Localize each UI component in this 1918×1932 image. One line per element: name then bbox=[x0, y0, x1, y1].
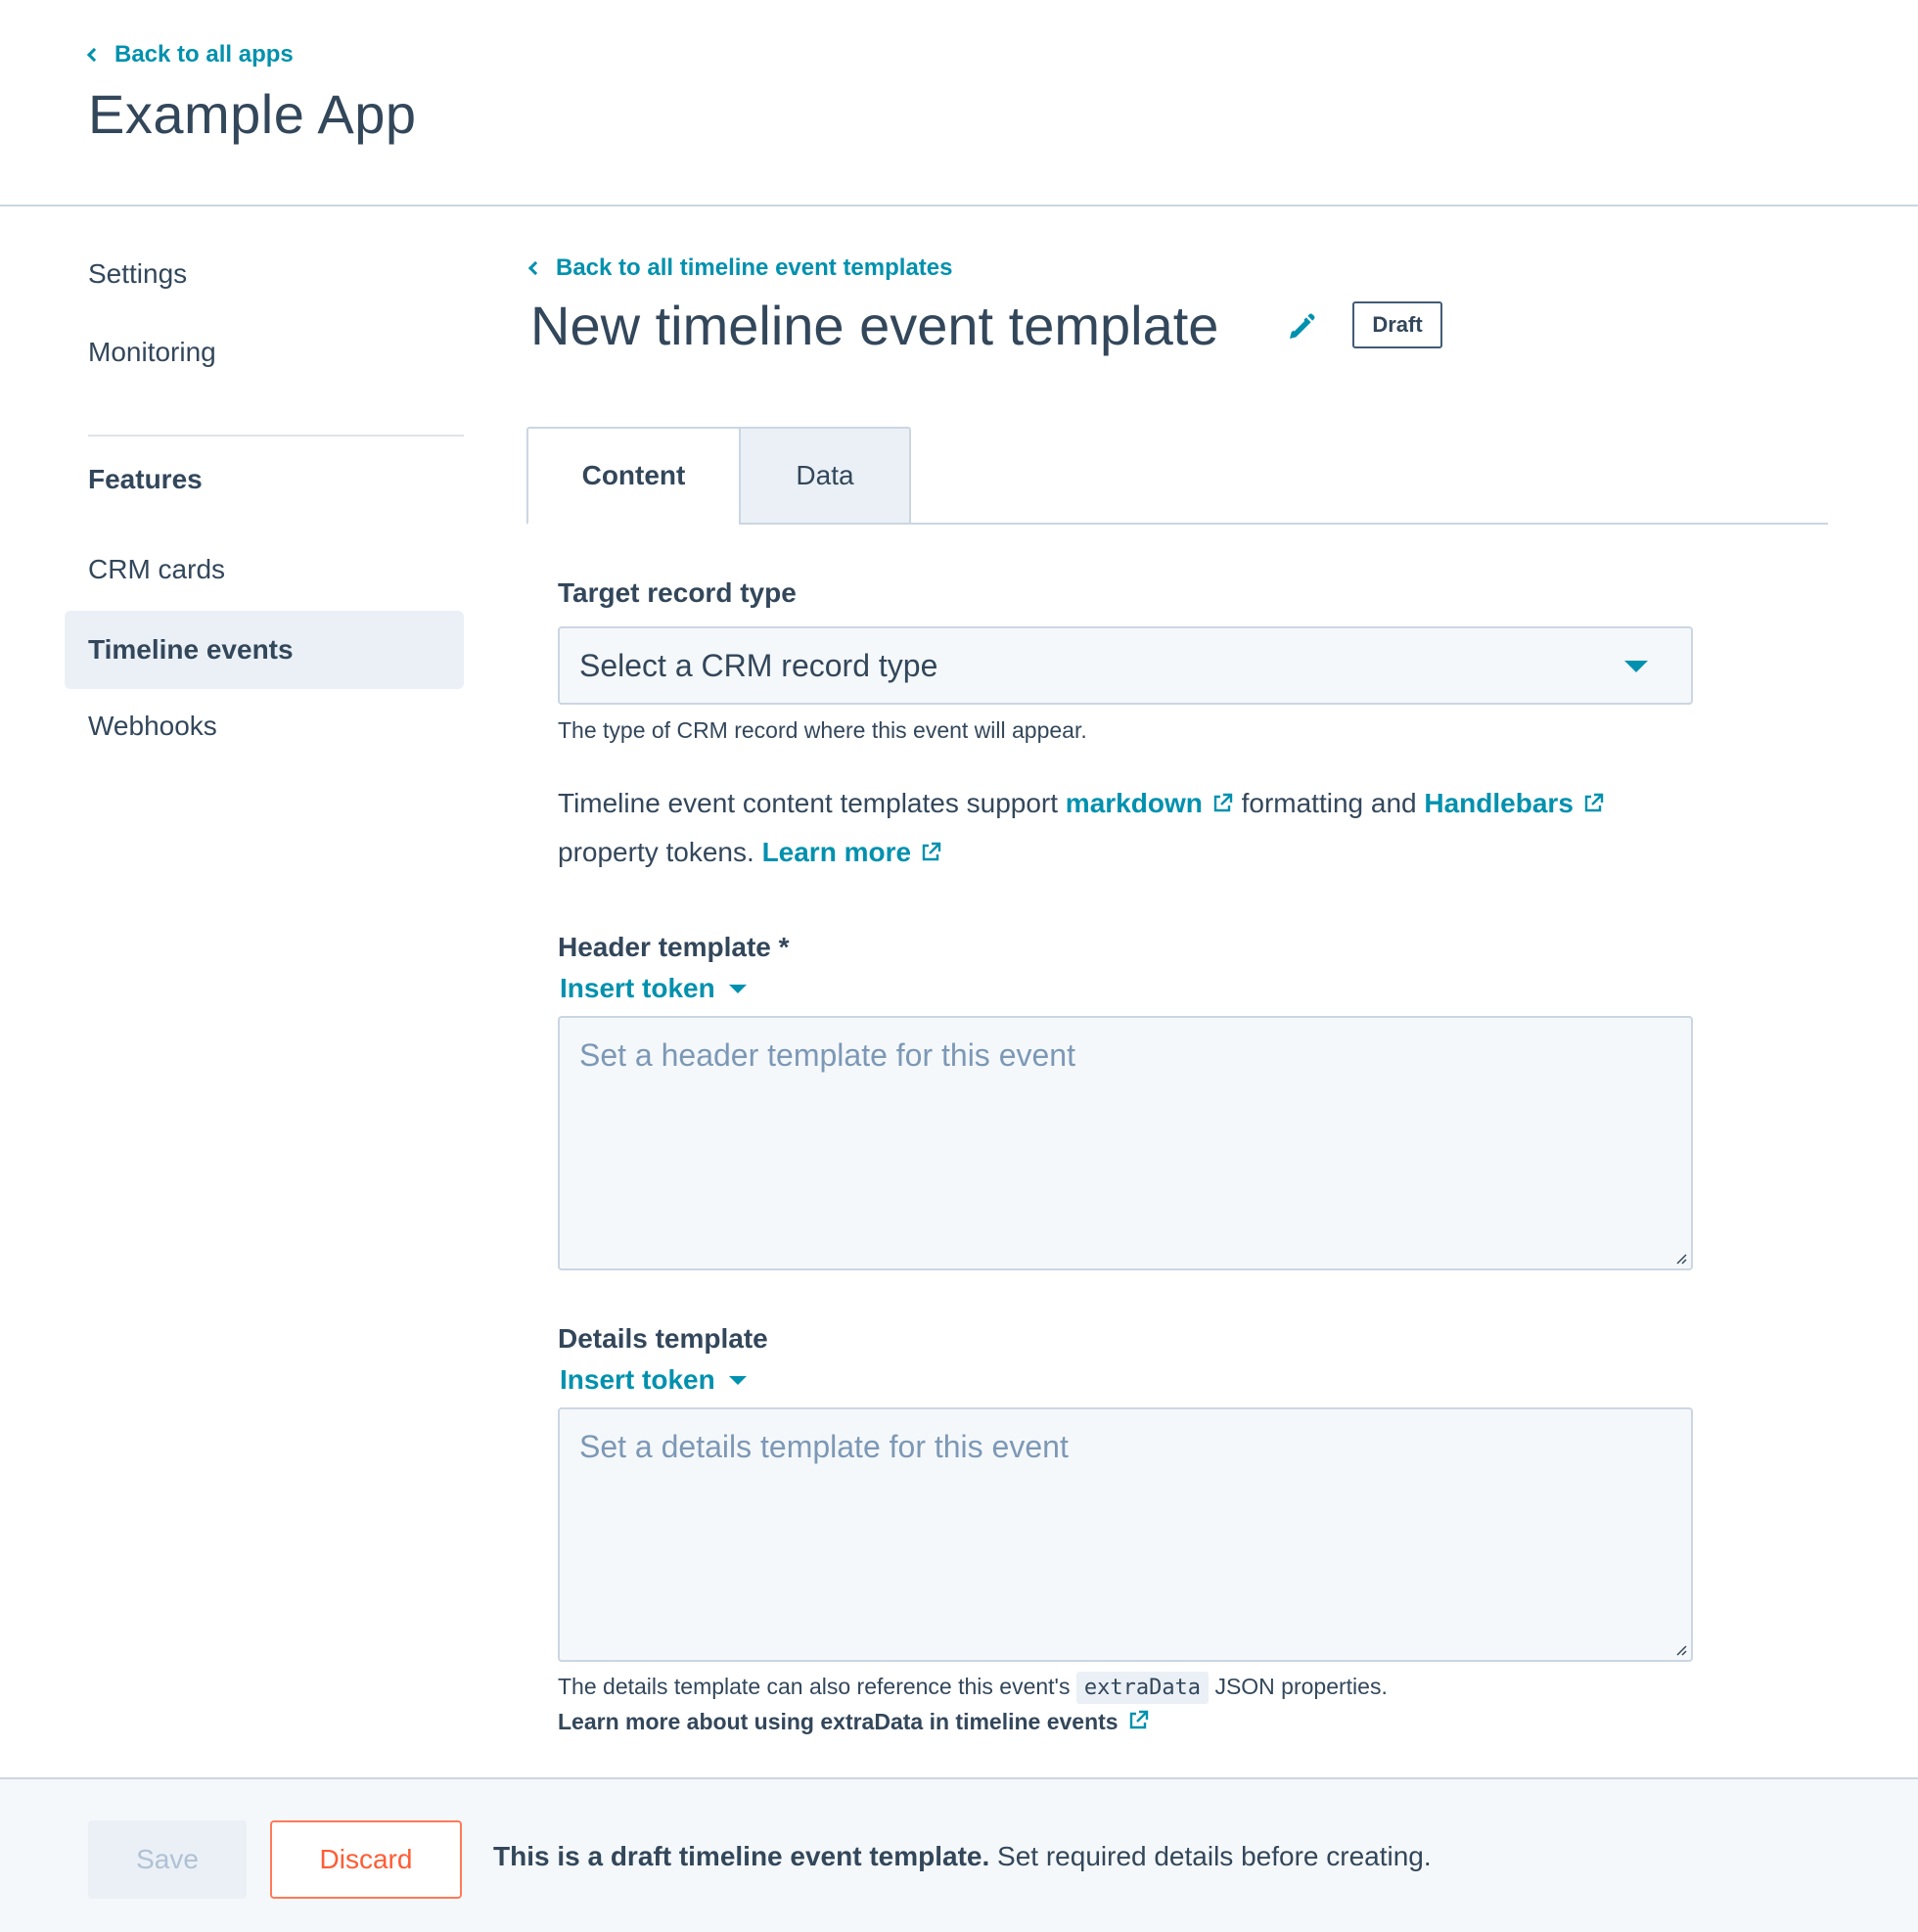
info-middle: formatting and bbox=[1241, 788, 1417, 818]
sidebar-item-webhooks[interactable]: Webhooks bbox=[65, 687, 464, 765]
markdown-link-label: markdown bbox=[1065, 788, 1203, 818]
tab-data[interactable]: Data bbox=[739, 427, 911, 525]
sidebar-item-label: CRM cards bbox=[88, 554, 226, 584]
sidebar-item-crm-cards[interactable]: CRM cards bbox=[65, 530, 464, 609]
status-badge: Draft bbox=[1352, 301, 1442, 348]
sidebar-item-label: Settings bbox=[88, 258, 188, 289]
app-title: Example App bbox=[88, 83, 417, 145]
save-button[interactable]: Save bbox=[88, 1820, 247, 1899]
chevron-left-icon bbox=[86, 47, 102, 63]
sidebar-item-timeline-events[interactable]: Timeline events bbox=[65, 611, 464, 689]
back-to-apps-link[interactable]: Back to all apps bbox=[86, 41, 294, 69]
target-record-help: The type of CRM record where this event … bbox=[558, 717, 1087, 743]
details-template-label: Details template bbox=[558, 1323, 768, 1354]
extradata-code: extraData bbox=[1075, 1672, 1210, 1704]
insert-token-label: Insert token bbox=[560, 1364, 715, 1395]
discard-button[interactable]: Discard bbox=[270, 1820, 462, 1899]
extradata-link-label: Learn more about using extraData in time… bbox=[558, 1709, 1119, 1734]
sidebar-divider bbox=[88, 435, 464, 437]
caret-down-icon bbox=[1624, 661, 1648, 672]
handlebars-link-label: Handlebars bbox=[1424, 788, 1574, 818]
target-record-label: Target record type bbox=[558, 577, 797, 608]
back-to-apps-label: Back to all apps bbox=[114, 41, 294, 68]
resize-handle-icon[interactable] bbox=[1673, 1642, 1687, 1656]
learn-more-link[interactable]: Learn more bbox=[762, 837, 943, 867]
external-link-icon bbox=[922, 842, 941, 861]
pencil-icon[interactable] bbox=[1286, 311, 1317, 343]
tab-label: Data bbox=[796, 460, 854, 490]
header-template-placeholder: Set a header template for this event bbox=[579, 1037, 1075, 1073]
details-insert-token-dropdown[interactable]: Insert token bbox=[560, 1364, 747, 1396]
info-suffix: property tokens. bbox=[558, 837, 754, 867]
resize-handle-icon[interactable] bbox=[1673, 1251, 1687, 1265]
caret-down-icon bbox=[728, 1375, 747, 1385]
page-title: New timeline event template bbox=[530, 295, 1219, 356]
footer-message: This is a draft timeline event template.… bbox=[493, 1841, 1432, 1872]
markdown-link[interactable]: markdown bbox=[1066, 788, 1234, 818]
sidebar-item-label: Monitoring bbox=[88, 337, 216, 367]
footer-bar: Save Discard This is a draft timeline ev… bbox=[0, 1777, 1918, 1932]
handlebars-link[interactable]: Handlebars bbox=[1424, 788, 1605, 818]
chevron-left-icon bbox=[527, 260, 543, 276]
footer-message-rest: Set required details before creating. bbox=[997, 1841, 1432, 1871]
sidebar-item-label: Webhooks bbox=[88, 711, 217, 741]
sidebar-item-label: Timeline events bbox=[88, 634, 294, 665]
sidebar-item-settings[interactable]: Settings bbox=[65, 235, 464, 313]
back-to-templates-link[interactable]: Back to all timeline event templates bbox=[527, 254, 953, 282]
details-help-prefix: The details template can also reference … bbox=[558, 1674, 1071, 1699]
header-template-label: Header template * bbox=[558, 932, 790, 962]
record-type-select-value: Select a CRM record type bbox=[579, 647, 938, 683]
back-to-templates-label: Back to all timeline event templates bbox=[556, 254, 953, 281]
record-type-select[interactable]: Select a CRM record type bbox=[558, 626, 1693, 705]
info-prefix: Timeline event content templates support bbox=[558, 788, 1059, 818]
header-insert-token-dropdown[interactable]: Insert token bbox=[560, 973, 747, 1004]
insert-token-label: Insert token bbox=[560, 973, 715, 1003]
footer-message-bold: This is a draft timeline event template. bbox=[493, 1841, 990, 1871]
learn-more-label: Learn more bbox=[761, 837, 912, 867]
external-link-icon bbox=[1129, 1710, 1148, 1729]
sidebar-item-monitoring[interactable]: Monitoring bbox=[65, 313, 464, 391]
tab-label: Content bbox=[581, 460, 686, 490]
sidebar-section-heading: Features bbox=[88, 464, 203, 494]
details-template-input[interactable]: Set a details template for this event bbox=[558, 1407, 1693, 1662]
app-header: Back to all apps Example App bbox=[0, 0, 1918, 207]
header-template-input[interactable]: Set a header template for this event bbox=[558, 1016, 1693, 1270]
external-link-icon bbox=[1213, 793, 1233, 812]
details-template-help: The details template can also reference … bbox=[558, 1672, 1388, 1704]
template-info-text: Timeline event content templates support… bbox=[558, 779, 1673, 877]
external-link-icon bbox=[1584, 793, 1604, 812]
details-help-suffix: JSON properties. bbox=[1214, 1674, 1388, 1699]
caret-down-icon bbox=[728, 984, 747, 993]
details-template-placeholder: Set a details template for this event bbox=[579, 1429, 1069, 1464]
extradata-learn-more-link[interactable]: Learn more about using extraData in time… bbox=[558, 1709, 1150, 1735]
tab-content[interactable]: Content bbox=[526, 427, 741, 525]
